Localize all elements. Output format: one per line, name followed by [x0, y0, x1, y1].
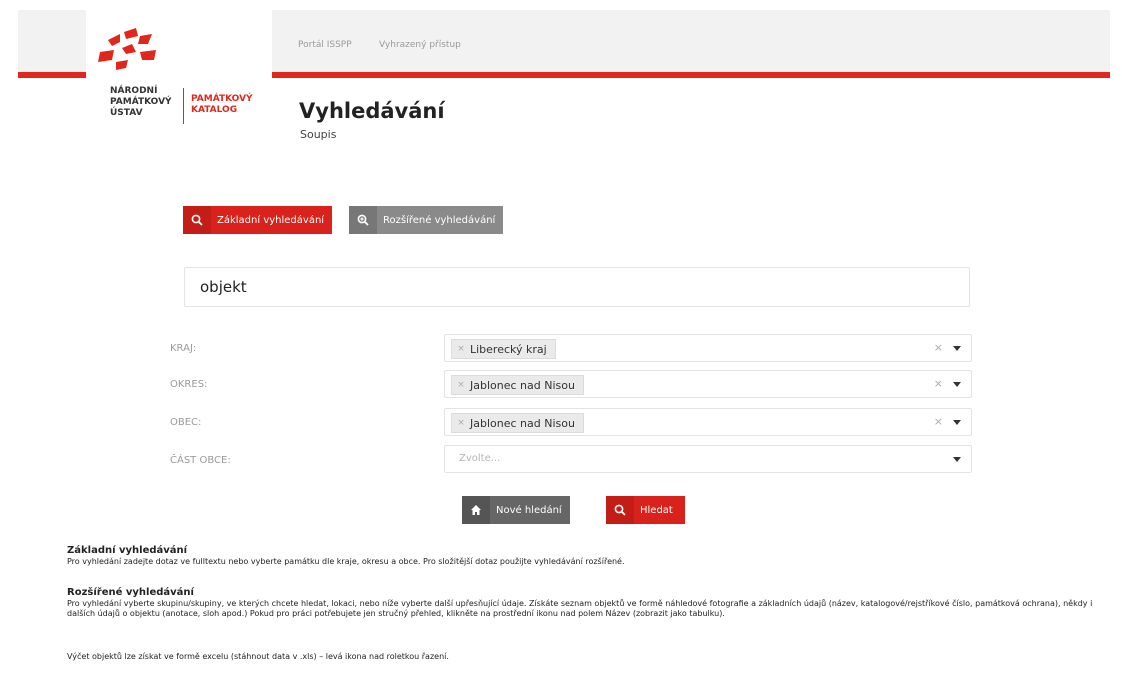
catalog-name: PAMÁTKOVÝ KATALOG — [191, 94, 253, 115]
nav-link-restricted-access[interactable]: Vyhrazený přístup — [379, 40, 461, 50]
dropdown-arrow-icon[interactable] — [953, 420, 961, 425]
chip-remove-icon[interactable]: × — [452, 418, 470, 428]
cast-obce-select[interactable]: Zvolte... — [444, 445, 972, 473]
help-advanced-title: Rozšířené vyhledávání — [67, 587, 194, 598]
help-basic-title: Základní vyhledávání — [67, 545, 188, 556]
help-advanced: Rozšířené vyhledávání Pro vyhledání vybe… — [67, 587, 1097, 619]
tab-basic-search-label: Základní vyhledávání — [217, 214, 325, 226]
nav-link-portal-isspp[interactable]: Portál ISSPP — [298, 40, 352, 50]
npu-logo-icon — [98, 28, 156, 70]
help-basic-text: Pro vyhledání zadejte dotaz ve fulltextu… — [67, 557, 625, 566]
help-basic: Základní vyhledávání Pro vyhledání zadej… — [67, 545, 1097, 567]
home-icon — [462, 496, 490, 524]
new-search-label: Nové hledání — [496, 504, 562, 516]
page-title: Vyhledávání — [299, 99, 445, 123]
help-advanced-text: Pro vyhledání vyberte skupinu/skupiny, v… — [67, 599, 1093, 618]
kraj-select[interactable]: × Liberecký kraj × — [444, 334, 972, 362]
search-icon — [606, 496, 634, 524]
okres-selected-chip: × Jablonec nad Nisou — [451, 375, 584, 395]
obec-selected-chip: × Jablonec nad Nisou — [451, 413, 584, 433]
clear-icon[interactable]: × — [934, 341, 943, 354]
dropdown-arrow-icon[interactable] — [953, 382, 961, 387]
fulltext-search-input[interactable] — [184, 267, 970, 307]
tab-advanced-search[interactable]: Rozšířené vyhledávání — [349, 206, 504, 234]
search-icon — [183, 206, 211, 234]
clear-icon[interactable]: × — [934, 377, 943, 390]
search-button[interactable]: Hledat — [606, 496, 685, 524]
help-export: Výčet objektů lze získat ve formě excelu… — [67, 652, 1097, 662]
kraj-selected-chip: × Liberecký kraj — [451, 339, 556, 359]
org-name: NÁRODNÍ PAMÁTKOVÝ ÚSTAV — [110, 86, 172, 118]
obec-select[interactable]: × Jablonec nad Nisou × — [444, 408, 972, 436]
okres-select[interactable]: × Jablonec nad Nisou × — [444, 370, 972, 398]
clear-icon[interactable]: × — [934, 415, 943, 428]
okres-label: OKRES: — [170, 379, 208, 390]
obec-label: OBEC: — [170, 417, 202, 428]
page-subtitle: Soupis — [300, 128, 337, 141]
tab-basic-search[interactable]: Základní vyhledávání — [183, 206, 333, 234]
dropdown-arrow-icon[interactable] — [953, 346, 961, 351]
cast-obce-placeholder: Zvolte... — [459, 453, 501, 464]
help-export-text: Výčet objektů lze získat ve formě excelu… — [67, 652, 449, 661]
dropdown-arrow-icon[interactable] — [953, 457, 961, 462]
chip-remove-icon[interactable]: × — [452, 344, 470, 354]
tab-advanced-search-label: Rozšířené vyhledávání — [383, 214, 496, 226]
kraj-label: KRAJ: — [170, 343, 197, 354]
zoom-in-icon — [349, 206, 377, 234]
new-search-button[interactable]: Nové hledání — [462, 496, 570, 524]
search-button-label: Hledat — [640, 504, 673, 516]
cast-obce-label: ČÁST OBCE: — [170, 455, 231, 466]
logo-divider — [183, 88, 184, 124]
chip-remove-icon[interactable]: × — [452, 380, 470, 390]
